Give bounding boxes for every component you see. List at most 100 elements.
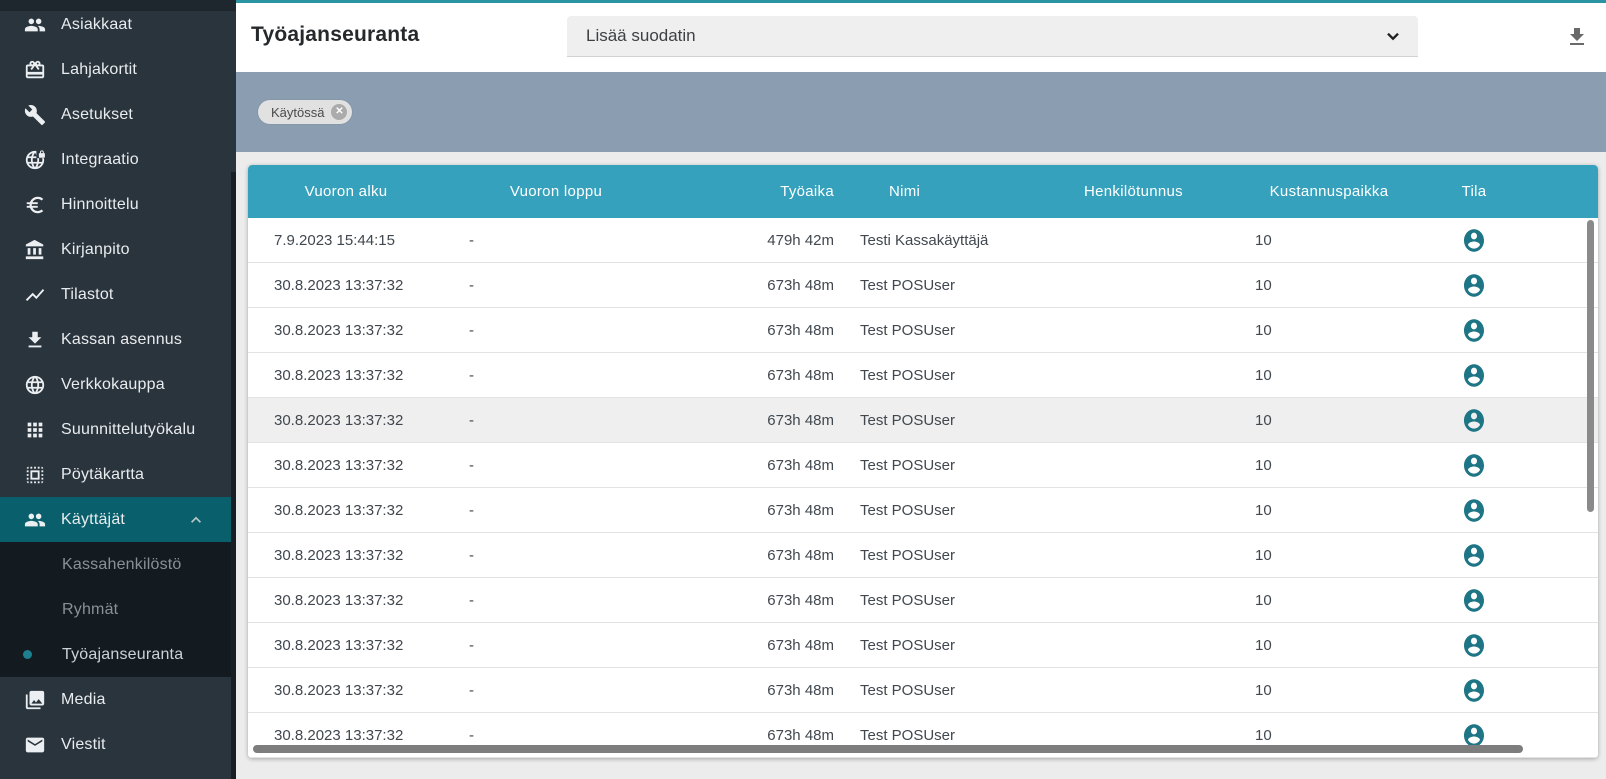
table-row[interactable]: 30.8.2023 13:37:32 - 673h 48m Test POSUs… xyxy=(248,578,1598,623)
sidebar-submenu-kayttajat: Kassahenkilöstö Ryhmät Työajanseuranta xyxy=(0,542,236,677)
cell-vuoron-loppu: - xyxy=(444,502,668,519)
sidebar-item-label: Kassan asennus xyxy=(61,331,182,349)
cell-tila xyxy=(1409,362,1539,389)
cell-tyoaika: 673h 48m xyxy=(668,727,834,744)
sidebar-subitem-tyoajanseuranta[interactable]: Työajanseuranta xyxy=(0,632,236,677)
main-content: Työajanseuranta Lisää suodatin Käytössä … xyxy=(236,0,1606,779)
table-row[interactable]: 30.8.2023 13:37:32 - 673h 48m Test POSUs… xyxy=(248,443,1598,488)
cell-kustannuspaikka: 10 xyxy=(1249,232,1409,249)
person-status-icon[interactable] xyxy=(1462,632,1486,659)
sidebar-item-tilastot[interactable]: Tilastot xyxy=(0,272,236,317)
sidebar-item-label: Tilastot xyxy=(61,286,114,304)
table-row[interactable]: 30.8.2023 13:37:32 - 673h 48m Test POSUs… xyxy=(248,488,1598,533)
person-status-icon[interactable] xyxy=(1462,587,1486,614)
cell-tyoaika: 673h 48m xyxy=(668,637,834,654)
filter-chip-kaytossa[interactable]: Käytössä ✕ xyxy=(258,100,352,124)
sidebar-subitem-label: Ryhmät xyxy=(62,601,118,619)
table-row[interactable]: 30.8.2023 13:37:32 - 673h 48m Test POSUs… xyxy=(248,353,1598,398)
cell-vuoron-loppu: - xyxy=(444,322,668,339)
table-row[interactable]: 30.8.2023 13:37:32 - 673h 48m Test POSUs… xyxy=(248,398,1598,443)
col-header-henkilotunnus: Henkilötunnus xyxy=(1084,183,1249,200)
table-row[interactable]: 30.8.2023 13:37:32 - 673h 48m Test POSUs… xyxy=(248,668,1598,713)
cell-nimi: Test POSUser xyxy=(834,547,1084,564)
person-status-icon[interactable] xyxy=(1462,452,1486,479)
table-vertical-scrollbar[interactable] xyxy=(1587,220,1594,512)
cell-kustannuspaikka: 10 xyxy=(1249,367,1409,384)
person-status-icon[interactable] xyxy=(1462,407,1486,434)
cell-tyoaika: 673h 48m xyxy=(668,367,834,384)
sidebar-subitem-kassahenkilosto[interactable]: Kassahenkilöstö xyxy=(0,542,236,587)
cell-tyoaika: 673h 48m xyxy=(668,547,834,564)
cell-kustannuspaikka: 10 xyxy=(1249,547,1409,564)
sidebar-item-label: Hinnoittelu xyxy=(61,196,139,214)
sidebar-item-label: Asetukset xyxy=(61,106,133,124)
grid-icon xyxy=(24,419,46,441)
cell-tila xyxy=(1409,632,1539,659)
col-header-vuoron-alku: Vuoron alku xyxy=(248,183,444,200)
sidebar-item-label: Lahjakortit xyxy=(61,61,137,79)
sidebar-subitem-label: Työajanseuranta xyxy=(62,646,183,664)
table-row[interactable]: 30.8.2023 13:37:32 - 673h 48m Test POSUs… xyxy=(248,263,1598,308)
cell-nimi: Test POSUser xyxy=(834,592,1084,609)
wrench-icon xyxy=(24,104,46,126)
sidebar-item-poytakartta[interactable]: Pöytäkartta xyxy=(0,452,236,497)
table-horizontal-scrollbar[interactable] xyxy=(253,745,1523,753)
person-status-icon[interactable] xyxy=(1462,317,1486,344)
cell-vuoron-alku: 30.8.2023 13:37:32 xyxy=(248,682,444,699)
col-header-tila: Tila xyxy=(1409,183,1539,200)
media-icon xyxy=(24,689,46,711)
app-window: Asiakkaat Lahjakortit Asetukset Integraa… xyxy=(0,0,1606,779)
cell-tila xyxy=(1409,497,1539,524)
people-icon xyxy=(24,509,46,531)
sidebar-item-media[interactable]: Media xyxy=(0,677,236,722)
cell-vuoron-loppu: - xyxy=(444,367,668,384)
cell-nimi: Test POSUser xyxy=(834,502,1084,519)
cell-kustannuspaikka: 10 xyxy=(1249,637,1409,654)
sidebar-subitem-ryhmat[interactable]: Ryhmät xyxy=(0,587,236,632)
globe-icon xyxy=(24,374,46,396)
cell-kustannuspaikka: 10 xyxy=(1249,322,1409,339)
cell-nimi: Test POSUser xyxy=(834,367,1084,384)
person-status-icon[interactable] xyxy=(1462,227,1486,254)
sidebar-item-hinnoittelu[interactable]: Hinnoittelu xyxy=(0,182,236,227)
cell-tyoaika: 673h 48m xyxy=(668,502,834,519)
topbar: Työajanseuranta Lisää suodatin xyxy=(236,3,1606,72)
person-status-icon[interactable] xyxy=(1462,542,1486,569)
sidebar-item-kirjanpito[interactable]: Kirjanpito xyxy=(0,227,236,272)
person-status-icon[interactable] xyxy=(1462,677,1486,704)
sidebar-item-label: Asiakkaat xyxy=(61,16,132,34)
sidebar-item-asiakkaat[interactable]: Asiakkaat xyxy=(0,2,236,47)
table-row[interactable]: 30.8.2023 13:37:32 - 673h 48m Test POSUs… xyxy=(248,308,1598,353)
sidebar-item-viestit[interactable]: Viestit xyxy=(0,722,236,767)
add-filter-select[interactable]: Lisää suodatin xyxy=(567,16,1418,57)
sidebar-item-lahjakortit[interactable]: Lahjakortit xyxy=(0,47,236,92)
sidebar-item-integraatio[interactable]: Integraatio xyxy=(0,137,236,182)
person-status-icon[interactable] xyxy=(1462,362,1486,389)
cell-tila xyxy=(1409,407,1539,434)
cell-tila xyxy=(1409,317,1539,344)
sidebar-scrollbar[interactable] xyxy=(231,172,236,779)
cell-nimi: Test POSUser xyxy=(834,637,1084,654)
cell-kustannuspaikka: 10 xyxy=(1249,277,1409,294)
cell-vuoron-alku: 30.8.2023 13:37:32 xyxy=(248,277,444,294)
sidebar-item-suunnittelutyokalu[interactable]: Suunnittelutyökalu xyxy=(0,407,236,452)
sidebar-item-kassan-asennus[interactable]: Kassan asennus xyxy=(0,317,236,362)
export-download-button[interactable] xyxy=(1565,25,1591,51)
sidebar-item-label: Viestit xyxy=(61,736,106,754)
cell-vuoron-loppu: - xyxy=(444,232,668,249)
person-status-icon[interactable] xyxy=(1462,272,1486,299)
table-row[interactable]: 30.8.2023 13:37:32 - 673h 48m Test POSUs… xyxy=(248,533,1598,578)
cell-vuoron-loppu: - xyxy=(444,592,668,609)
person-status-icon[interactable] xyxy=(1462,497,1486,524)
sidebar-item-label: Pöytäkartta xyxy=(61,466,144,484)
sidebar-item-verkkokauppa[interactable]: Verkkokauppa xyxy=(0,362,236,407)
sidebar-item-kayttajat[interactable]: Käyttäjät xyxy=(0,497,236,542)
cell-nimi: Test POSUser xyxy=(834,727,1084,744)
cell-tila xyxy=(1409,452,1539,479)
table-row[interactable]: 7.9.2023 15:44:15 - 479h 42m Testi Kassa… xyxy=(248,218,1598,263)
sidebar-item-asetukset[interactable]: Asetukset xyxy=(0,92,236,137)
cell-vuoron-loppu: - xyxy=(444,727,668,744)
chip-remove-icon[interactable]: ✕ xyxy=(331,104,347,120)
table-row[interactable]: 30.8.2023 13:37:32 - 673h 48m Test POSUs… xyxy=(248,623,1598,668)
cell-tyoaika: 479h 42m xyxy=(668,232,834,249)
